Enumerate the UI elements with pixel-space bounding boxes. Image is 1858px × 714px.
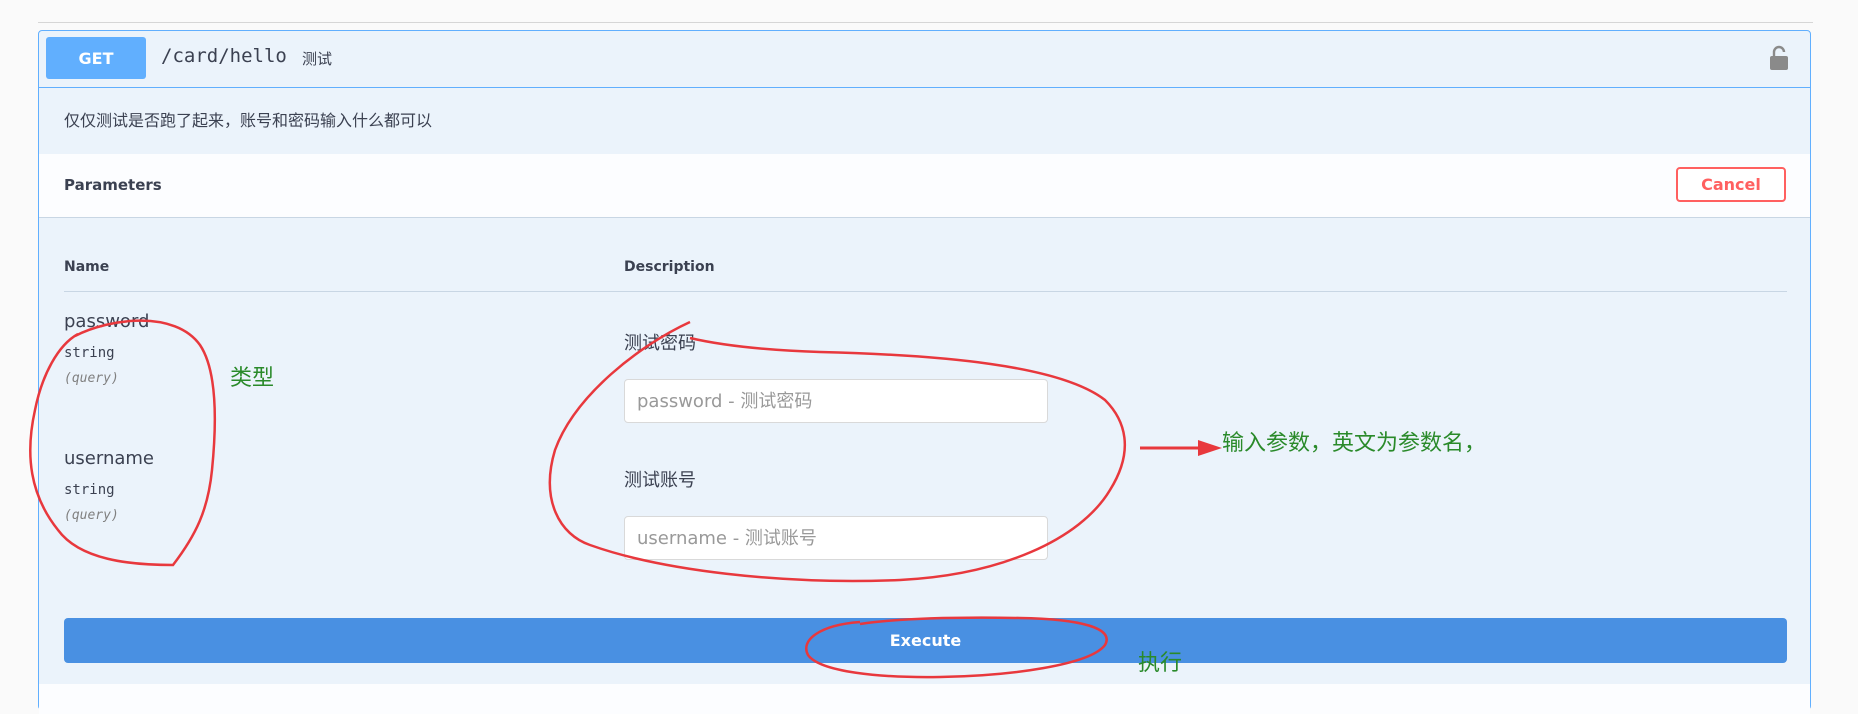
param-type-password: string <box>64 345 115 361</box>
param-desc-password: 测试密码 <box>624 333 696 354</box>
param-name-username: username <box>64 448 154 469</box>
top-divider <box>38 22 1813 23</box>
parameters-title: Parameters <box>64 176 162 194</box>
endpoint-summary: 测试 <box>302 50 333 68</box>
header-divider <box>64 291 1787 292</box>
http-method-badge: GET <box>46 37 146 79</box>
cancel-button[interactable]: Cancel <box>1676 167 1786 202</box>
param-in-password: (query) <box>64 371 119 386</box>
operation-description: 仅仅测试是否跑了起来，账号和密码输入什么都可以 <box>64 111 433 130</box>
column-header-description: Description <box>624 259 715 275</box>
param-name-password: password <box>64 311 150 332</box>
param-type-username: string <box>64 482 115 498</box>
opblock-get: GET /card/hello 测试 仅仅测试是否跑了起来，账号和密码输入什么都… <box>38 30 1811 714</box>
column-header-name: Name <box>64 259 110 275</box>
execute-button[interactable]: Execute <box>64 618 1787 663</box>
annotation-execute-note: 执行 <box>1138 651 1183 676</box>
responses-strip <box>39 684 1810 714</box>
password-input[interactable] <box>624 379 1048 423</box>
param-in-username: (query) <box>64 508 119 523</box>
annotation-input-note: 输入参数，英文为参数名， <box>1222 431 1487 456</box>
parameters-header: Parameters Cancel <box>39 154 1810 218</box>
param-desc-username: 测试账号 <box>624 470 696 491</box>
username-input[interactable] <box>624 516 1048 560</box>
unlock-icon[interactable] <box>1768 45 1790 71</box>
endpoint-path: /card/hello <box>161 45 287 67</box>
annotation-type-note: 类型 <box>230 366 275 391</box>
opblock-summary[interactable]: GET /card/hello 测试 <box>39 31 1810 88</box>
